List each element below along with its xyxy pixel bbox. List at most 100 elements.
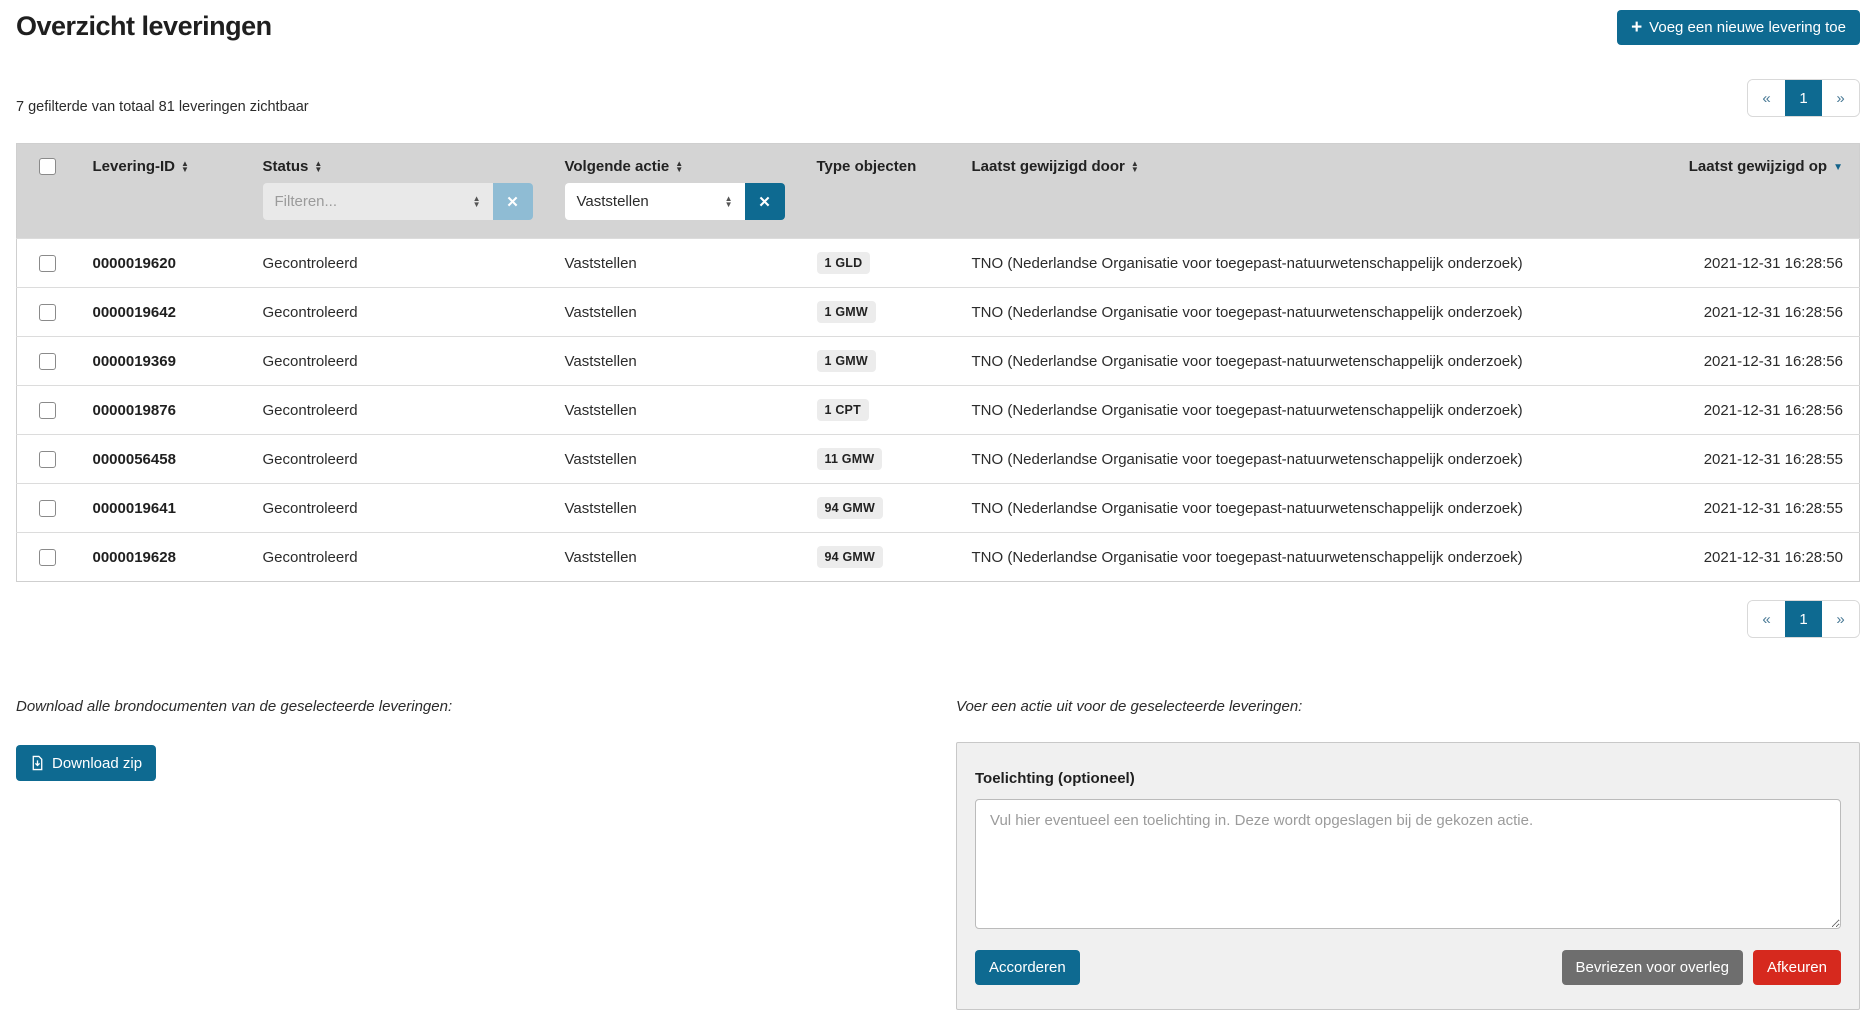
status-cell: Gecontroleerd <box>247 288 549 337</box>
gewijzigd-op-cell: 2021-12-31 16:28:56 <box>1660 239 1860 288</box>
select-arrows-icon: ▲▼ <box>473 196 481 208</box>
row-checkbox[interactable] <box>39 451 56 468</box>
gewijzigd-op-cell: 2021-12-31 16:28:55 <box>1660 435 1860 484</box>
type-objecten-cell: 11 GMW <box>801 435 956 484</box>
table-row: 0000019628 Gecontroleerd Vaststellen 94 … <box>17 533 1860 582</box>
column-header-status[interactable]: Status ▲▼ <box>247 144 549 182</box>
type-objecten-badge: 1 GMW <box>817 350 876 372</box>
accorderen-button[interactable]: Accorderen <box>975 950 1080 985</box>
filter-empty-cell <box>801 181 956 239</box>
row-checkbox[interactable] <box>39 353 56 370</box>
volgende-actie-cell: Vaststellen <box>549 337 801 386</box>
volgende-actie-cell: Vaststellen <box>549 386 801 435</box>
summary-text: 7 gefilterde van totaal 81 leveringen zi… <box>16 99 309 117</box>
add-delivery-button[interactable]: + Voeg een nieuwe levering toe <box>1617 10 1860 45</box>
status-cell: Gecontroleerd <box>247 435 549 484</box>
page-title: Overzicht leveringen <box>16 10 272 44</box>
action-panel: Toelichting (optioneel) Accorderen Bevri… <box>956 742 1860 1010</box>
status-filter-clear-button[interactable]: ✕ <box>493 183 533 220</box>
volgende-actie-filter-select[interactable]: Vaststellen ▲▼ <box>565 183 745 220</box>
gewijzigd-door-cell: TNO (Nederlandse Organisatie voor toegep… <box>956 484 1660 533</box>
file-download-icon <box>30 755 45 771</box>
filter-empty-cell <box>956 181 1660 239</box>
volgende-actie-cell: Vaststellen <box>549 239 801 288</box>
table-row: 0000019369 Gecontroleerd Vaststellen 1 G… <box>17 337 1860 386</box>
table-header-row: Levering-ID▲▼ Status▲▼ Volgende actie▲▼ … <box>17 144 1860 182</box>
bottom-pagination-row: « 1 » <box>16 600 1860 638</box>
gewijzigd-door-cell: TNO (Nederlandse Organisatie voor toegep… <box>956 435 1660 484</box>
add-delivery-button-label: Voeg een nieuwe levering toe <box>1649 20 1846 35</box>
pagination-prev-button[interactable]: « <box>1748 80 1785 116</box>
status-filter-select[interactable]: Filteren... ▲▼ <box>263 183 493 220</box>
levering-id-link[interactable]: 0000019628 <box>93 549 176 566</box>
pagination-next-button[interactable]: » <box>1822 601 1859 637</box>
row-checkbox[interactable] <box>39 255 56 272</box>
pagination-prev-button[interactable]: « <box>1748 601 1785 637</box>
type-objecten-badge: 1 CPT <box>817 399 869 421</box>
select-all-cell <box>17 144 77 182</box>
levering-id-link[interactable]: 0000019641 <box>93 500 176 517</box>
volgende-actie-filter-clear-button[interactable]: ✕ <box>745 183 785 220</box>
type-objecten-cell: 1 GLD <box>801 239 956 288</box>
row-checkbox[interactable] <box>39 402 56 419</box>
volgende-actie-filter-value: Vaststellen <box>577 193 649 210</box>
type-objecten-cell: 94 GMW <box>801 533 956 582</box>
volgende-actie-cell: Vaststellen <box>549 533 801 582</box>
status-cell: Gecontroleerd <box>247 337 549 386</box>
column-label: Levering-ID <box>93 158 176 175</box>
action-section: Voer een actie uit voor de geselecteerde… <box>956 698 1860 1010</box>
bevriezen-button[interactable]: Bevriezen voor overleg <box>1562 950 1743 985</box>
type-objecten-badge: 1 GMW <box>817 301 876 323</box>
gewijzigd-op-cell: 2021-12-31 16:28:55 <box>1660 484 1860 533</box>
pagination-bottom: « 1 » <box>1747 600 1860 638</box>
actions-area: Download alle brondocumenten van de gese… <box>16 698 1860 1010</box>
gewijzigd-door-cell: TNO (Nederlandse Organisatie voor toegep… <box>956 386 1660 435</box>
status-filter-placeholder: Filteren... <box>275 193 338 210</box>
levering-id-link[interactable]: 0000019642 <box>93 304 176 321</box>
column-label: Laatst gewijzigd door <box>972 158 1125 175</box>
panel-buttons-row: Accorderen Bevriezen voor overleg Afkeur… <box>975 950 1841 985</box>
column-label: Volgende actie <box>565 158 670 175</box>
column-header-levering-id[interactable]: Levering-ID ▲▼ <box>77 144 247 182</box>
gewijzigd-op-cell: 2021-12-31 16:28:50 <box>1660 533 1860 582</box>
levering-id-link[interactable]: 0000056458 <box>93 451 176 468</box>
pagination-page-button[interactable]: 1 <box>1785 80 1822 116</box>
pagination-next-button[interactable]: » <box>1822 80 1859 116</box>
gewijzigd-op-cell: 2021-12-31 16:28:56 <box>1660 386 1860 435</box>
select-arrows-icon: ▲▼ <box>725 196 733 208</box>
sort-icon: ▲▼ <box>314 161 322 173</box>
type-objecten-cell: 1 GMW <box>801 288 956 337</box>
download-instruction: Download alle brondocumenten van de gese… <box>16 698 956 715</box>
row-checkbox-cell <box>17 386 77 435</box>
gewijzigd-op-cell: 2021-12-31 16:28:56 <box>1660 337 1860 386</box>
levering-id-link[interactable]: 0000019876 <box>93 402 176 419</box>
status-cell: Gecontroleerd <box>247 533 549 582</box>
levering-id-cell: 0000019641 <box>77 484 247 533</box>
download-zip-button[interactable]: Download zip <box>16 745 156 781</box>
column-header-gewijzigd-door[interactable]: Laatst gewijzigd door▲▼ <box>956 144 1660 182</box>
column-header-volgende-actie[interactable]: Volgende actie▲▼ <box>549 144 801 182</box>
summary-row: 7 gefilterde van totaal 81 leveringen zi… <box>16 79 1860 117</box>
header-bar: Overzicht leveringen + Voeg een nieuwe l… <box>16 10 1860 45</box>
type-objecten-badge: 1 GLD <box>817 252 871 274</box>
row-checkbox[interactable] <box>39 500 56 517</box>
toelichting-textarea[interactable] <box>975 799 1841 929</box>
afkeuren-button[interactable]: Afkeuren <box>1753 950 1841 985</box>
levering-id-cell: 0000019628 <box>77 533 247 582</box>
column-label: Laatst gewijzigd op <box>1689 158 1827 175</box>
levering-id-cell: 0000019642 <box>77 288 247 337</box>
levering-id-link[interactable]: 0000019620 <box>93 255 176 272</box>
row-checkbox[interactable] <box>39 304 56 321</box>
sort-desc-icon: ▼ <box>1833 162 1843 173</box>
column-header-gewijzigd-op[interactable]: Laatst gewijzigd op ▼ <box>1660 144 1860 182</box>
levering-id-cell: 0000019876 <box>77 386 247 435</box>
levering-id-link[interactable]: 0000019369 <box>93 353 176 370</box>
filter-empty-cell <box>17 181 77 239</box>
row-checkbox-cell <box>17 288 77 337</box>
sort-icon: ▲▼ <box>181 161 189 173</box>
row-checkbox[interactable] <box>39 549 56 566</box>
gewijzigd-door-cell: TNO (Nederlandse Organisatie voor toegep… <box>956 337 1660 386</box>
column-label: Status <box>263 158 309 175</box>
select-all-checkbox[interactable] <box>39 158 56 175</box>
pagination-page-button[interactable]: 1 <box>1785 601 1822 637</box>
